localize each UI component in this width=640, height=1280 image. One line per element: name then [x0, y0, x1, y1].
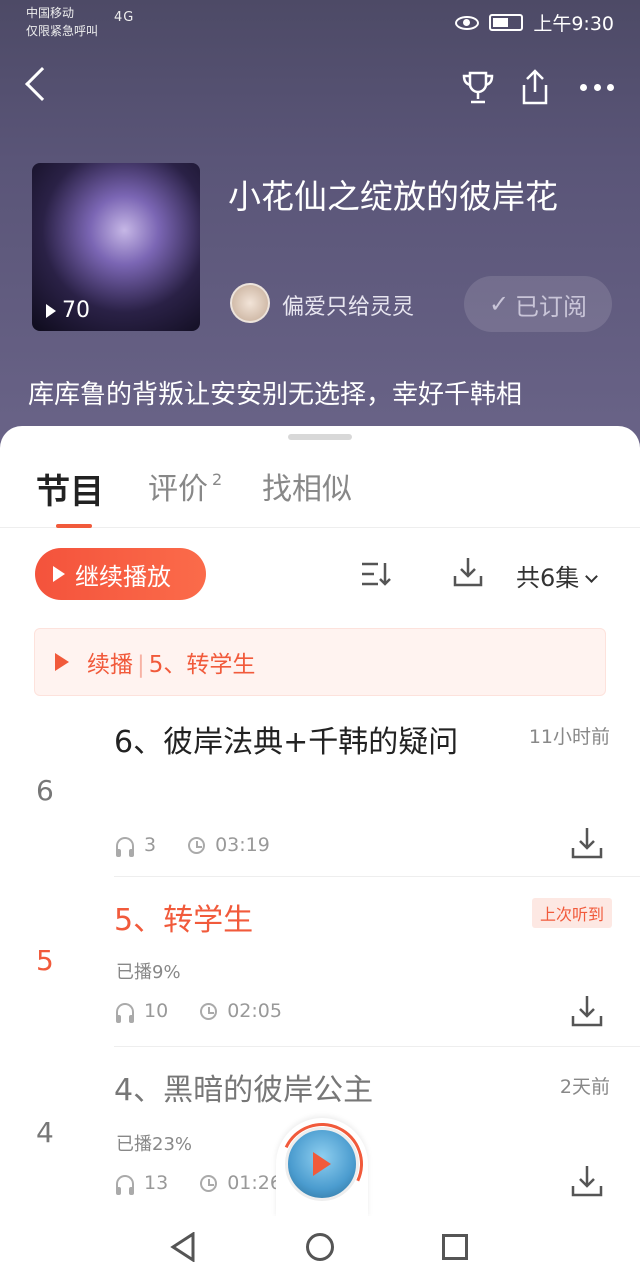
battery-icon: [489, 14, 524, 31]
eye-comfort-icon: [455, 15, 480, 30]
resume-label: 续播: [87, 652, 133, 678]
network-indicator: 4G: [114, 10, 135, 25]
episode-progress: 已播23%: [116, 1134, 193, 1155]
episode-time: 11小时前: [528, 726, 610, 748]
episode-title: 5、转学生: [114, 903, 254, 938]
subscribed-label: 已订阅: [515, 292, 588, 321]
continue-play-button[interactable]: 继续播放: [35, 548, 206, 600]
episode-plays: 3: [144, 834, 157, 856]
episode-row[interactable]: 6 6、彼岸法典+千韩的疑问 11小时前 3 03:19: [0, 716, 640, 876]
episode-count-label: 共6集: [516, 564, 580, 592]
tab-label: 评价: [148, 472, 208, 507]
resume-episode: 5、转学生: [148, 652, 256, 678]
separator: |: [137, 652, 145, 678]
play-count: 70: [46, 298, 90, 323]
album-description[interactable]: 库库鲁的背叛让安安别无选择，幸好千韩相: [28, 374, 522, 411]
episode-index: 4: [36, 1116, 54, 1149]
headphones-icon: [116, 1175, 134, 1195]
download-icon[interactable]: [570, 826, 604, 860]
status-right: 上午9:30: [455, 9, 614, 36]
headphones-icon: [116, 1003, 134, 1023]
carrier-info: 中国移动 仅限紧急呼叫: [26, 4, 98, 40]
share-icon[interactable]: [518, 68, 552, 106]
play-icon: [53, 566, 65, 582]
tab-similar[interactable]: 找相似: [262, 464, 352, 508]
continue-play-label: 继续播放: [75, 562, 171, 591]
tab-label: 节目: [36, 472, 104, 512]
review-count-badge: 2: [212, 470, 223, 489]
nav-home-icon[interactable]: [306, 1233, 334, 1261]
play-count-value: 70: [62, 298, 90, 323]
nav-recent-icon[interactable]: [442, 1234, 468, 1260]
album-cover[interactable]: 70: [32, 163, 200, 331]
headphones-icon: [116, 837, 134, 857]
clock-icon: [200, 1002, 218, 1020]
status-bar: 中国移动 仅限紧急呼叫 4G 上午9:30: [0, 0, 640, 48]
check-icon: ✓: [488, 290, 510, 318]
episode-title: 4、黑暗的彼岸公主: [114, 1073, 374, 1108]
carrier-name: 中国移动: [26, 6, 75, 20]
episode-count-selector[interactable]: 共6集: [516, 558, 599, 593]
episode-duration: 01:26: [227, 1172, 282, 1194]
episode-meta: 3 03:19: [116, 834, 270, 857]
trophy-icon[interactable]: [461, 70, 495, 106]
episode-time: 2天前: [559, 1076, 610, 1098]
tab-bar: 节目 评价 2 找相似: [0, 462, 640, 528]
episode-duration: 03:19: [215, 834, 270, 856]
last-played-badge: 上次听到: [531, 898, 612, 928]
active-tab-indicator: [56, 524, 92, 528]
episode-progress: 已播9%: [116, 962, 181, 983]
play-icon[interactable]: [313, 1152, 331, 1176]
subscribed-button[interactable]: ✓ 已订阅: [464, 276, 612, 332]
download-icon[interactable]: [452, 556, 484, 588]
episode-index: 5: [36, 944, 54, 977]
clock-icon: [200, 1174, 218, 1192]
divider: [114, 1046, 640, 1047]
tab-episodes[interactable]: 节目: [36, 464, 104, 513]
episode-index: 6: [36, 774, 54, 807]
play-icon: [55, 653, 69, 671]
nav-back-icon[interactable]: [170, 1232, 196, 1262]
more-icon[interactable]: [580, 84, 614, 92]
resume-bar[interactable]: 续播 | 5、转学生: [34, 628, 606, 696]
sort-icon[interactable]: [360, 560, 392, 588]
episode-duration: 02:05: [227, 1000, 282, 1022]
mini-player[interactable]: [269, 1111, 375, 1218]
episode-title: 6、彼岸法典+千韩的疑问: [114, 725, 459, 760]
album-title: 小花仙之绽放的彼岸花: [228, 177, 558, 216]
episode-plays: 10: [144, 1000, 169, 1022]
drag-handle[interactable]: [288, 434, 352, 440]
episode-panel: 节目 评价 2 找相似 继续播放 共6集 续播 | 5、转学生 6 6、彼岸法典+千韩…: [0, 426, 640, 1216]
clock-icon: [188, 836, 206, 854]
download-icon[interactable]: [570, 1164, 604, 1198]
episode-meta: 13 01:26: [116, 1172, 282, 1195]
episode-row-current[interactable]: 5 5、转学生 上次听到 已播9% 10 02:05: [0, 880, 640, 1046]
clock: 上午9:30: [533, 13, 614, 35]
album-header: 中国移动 仅限紧急呼叫 4G 上午9:30 70 小花仙之绽放的彼岸花 偏爱只给…: [0, 0, 640, 460]
episode-meta: 10 02:05: [116, 1000, 282, 1023]
tab-label: 找相似: [262, 472, 352, 507]
divider: [114, 876, 640, 877]
top-nav: [0, 60, 640, 116]
play-icon: [46, 303, 56, 318]
tab-reviews[interactable]: 评价 2: [148, 464, 222, 508]
back-icon[interactable]: [25, 67, 59, 101]
author-avatar[interactable]: [230, 283, 270, 323]
chevron-down-icon: [585, 570, 599, 583]
system-nav-bar: [0, 1216, 640, 1280]
episode-plays: 13: [144, 1172, 169, 1194]
carrier-status: 仅限紧急呼叫: [26, 24, 99, 38]
author-name[interactable]: 偏爱只给灵灵: [282, 289, 414, 321]
download-icon[interactable]: [570, 994, 604, 1028]
